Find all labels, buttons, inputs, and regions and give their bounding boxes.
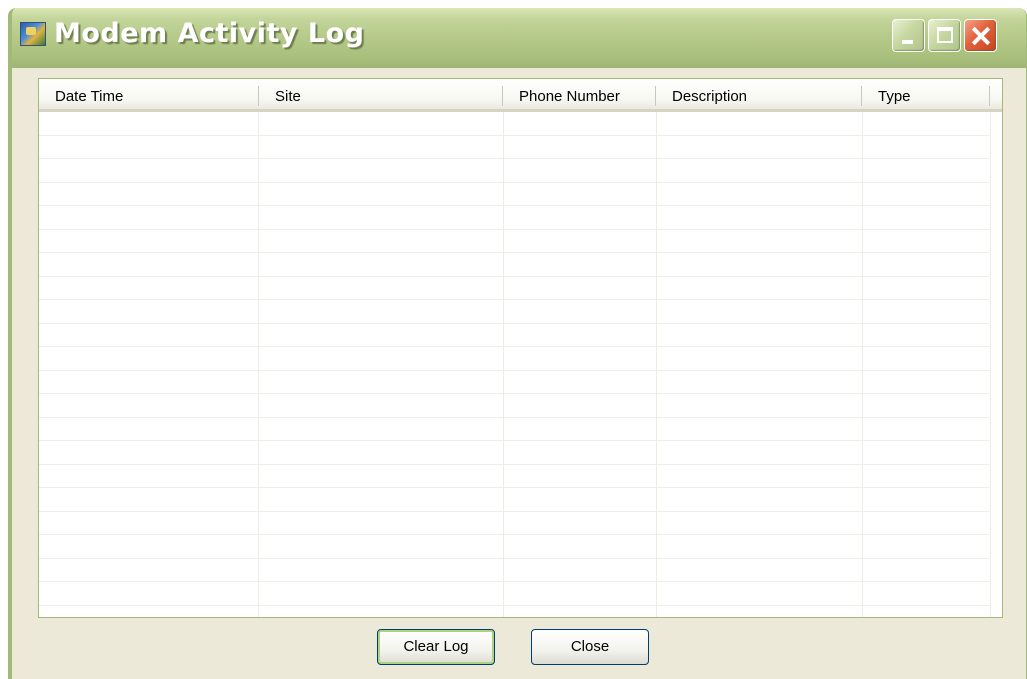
empty-table-row — [39, 394, 989, 418]
empty-table-row — [39, 136, 989, 159]
empty-table-row — [39, 441, 989, 465]
empty-table-row — [39, 347, 989, 371]
empty-table-row — [39, 277, 989, 300]
empty-table-row — [39, 159, 989, 183]
empty-table-row — [39, 465, 989, 488]
modem-activity-log-window: Modem Activity Log Date Time Site Phone … — [8, 8, 1027, 679]
window-title: Modem Activity Log — [54, 18, 365, 49]
log-rows — [39, 112, 989, 606]
minimize-icon[interactable] — [892, 19, 925, 52]
empty-table-row — [39, 300, 989, 324]
column-header-site[interactable]: Site — [259, 79, 503, 109]
empty-table-row — [39, 559, 989, 582]
column-header-description[interactable]: Description — [656, 79, 862, 109]
column-header-type[interactable]: Type — [862, 79, 990, 109]
empty-table-row — [39, 418, 989, 441]
empty-table-row — [39, 535, 989, 559]
empty-table-row — [39, 206, 989, 230]
close-icon[interactable] — [964, 19, 997, 52]
column-divider[interactable] — [989, 86, 990, 106]
list-header: Date Time Site Phone Number Description … — [39, 79, 1002, 112]
title-bar[interactable]: Modem Activity Log — [12, 8, 1026, 68]
column-header-date-time[interactable]: Date Time — [39, 79, 259, 109]
clear-log-button[interactable]: Clear Log — [377, 629, 495, 665]
empty-table-row — [39, 512, 989, 535]
column-header-phone-number[interactable]: Phone Number — [503, 79, 655, 109]
modem-log-app-icon — [20, 22, 46, 46]
close-button[interactable]: Close — [531, 629, 649, 665]
empty-table-row — [39, 582, 989, 606]
activity-log-list[interactable]: Date Time Site Phone Number Description … — [38, 78, 1003, 618]
empty-table-row — [39, 253, 989, 277]
maximize-icon[interactable] — [928, 19, 961, 52]
empty-table-row — [39, 112, 989, 136]
empty-table-row — [39, 371, 989, 394]
empty-table-row — [39, 324, 989, 347]
grid-line — [990, 112, 991, 617]
empty-table-row — [39, 230, 989, 253]
empty-table-row — [39, 183, 989, 206]
empty-table-row — [39, 488, 989, 512]
